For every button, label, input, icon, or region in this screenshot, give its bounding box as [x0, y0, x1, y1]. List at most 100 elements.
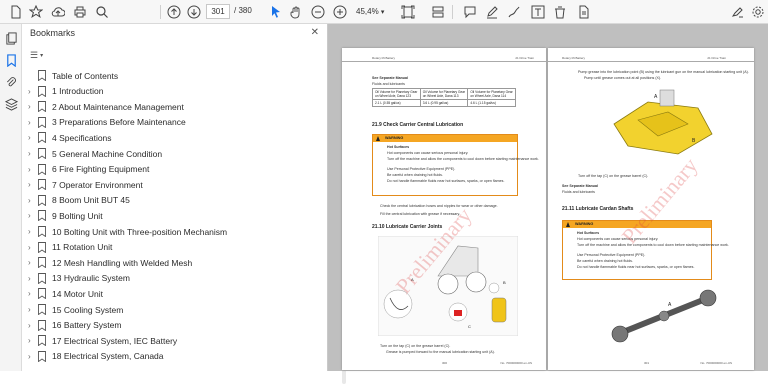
oil-volume-table: Oil Volume for Planetary Gear on Wheel A… — [372, 88, 516, 107]
bookmark-label: 15 Cooling System — [52, 304, 124, 315]
bookmark-icon — [38, 350, 46, 363]
bookmark-item[interactable]: › 1 Introduction — [22, 84, 322, 99]
next-page-icon[interactable] — [186, 4, 202, 20]
table-cell: 4.6 L (1.15 gal/us) — [467, 99, 516, 107]
comment-icon[interactable] — [462, 4, 478, 20]
bookmark-label: 10 Bolting Unit with Three-position Mech… — [52, 226, 228, 237]
bookmark-label: 6 Fire Fighting Equipment — [52, 164, 150, 175]
chevron-right-icon[interactable]: › — [28, 196, 31, 205]
zoom-in-icon[interactable] — [332, 4, 348, 20]
text-tool-icon[interactable] — [530, 4, 546, 20]
chevron-right-icon[interactable]: › — [28, 243, 31, 252]
attachments-icon[interactable] — [3, 74, 19, 90]
chevron-down-icon: ▾ — [40, 52, 44, 59]
bookmark-item[interactable]: › 6 Fire Fighting Equipment — [22, 162, 322, 177]
bookmarks-panel-icon[interactable] — [3, 52, 19, 68]
chevron-right-icon[interactable]: › — [28, 149, 31, 158]
bookmark-icon — [38, 241, 46, 253]
warning-title: WARNING — [575, 222, 594, 226]
zoom-out-icon[interactable] — [310, 4, 326, 20]
page-thumbnails-icon[interactable] — [3, 30, 19, 46]
draw-icon[interactable] — [506, 4, 522, 20]
chevron-right-icon[interactable]: › — [28, 227, 31, 236]
select-cursor-icon[interactable] — [268, 4, 284, 20]
bookmark-item[interactable]: › 8 Boom Unit BUT 45 — [22, 193, 322, 208]
toolbar-divider — [160, 5, 161, 19]
bookmark-icon — [38, 272, 46, 285]
chevron-right-icon[interactable]: › — [28, 305, 31, 314]
bookmark-item[interactable]: › 10 Bolting Unit with Three-position Mec… — [22, 224, 322, 239]
chevron-right-icon[interactable]: › — [28, 211, 31, 220]
bookmark-icon — [38, 132, 46, 144]
bookmark-label: 5 General Machine Condition — [52, 148, 163, 159]
bookmark-item[interactable]: › 15 Cooling System — [22, 302, 322, 317]
bookmark-icon — [38, 148, 46, 160]
chevron-right-icon[interactable]: › — [28, 321, 31, 330]
bookmark-icon — [38, 257, 46, 269]
svg-text:A: A — [654, 94, 658, 100]
bookmark-label: 17 Electrical System, IEC Battery — [52, 335, 178, 346]
chevron-right-icon[interactable]: › — [28, 274, 31, 283]
bookmark-item[interactable]: › 5 General Machine Condition — [22, 146, 322, 161]
chevron-right-icon[interactable]: › — [28, 118, 31, 127]
bookmark-item[interactable]: › 9 Bolting Unit — [22, 208, 322, 223]
bookmark-item[interactable]: › 16 Battery System — [22, 318, 322, 333]
bookmark-item[interactable]: › 7 Operator Environment — [22, 177, 322, 192]
table-header-cell: Oil Volume for Planetary Gear on Wheel A… — [419, 88, 469, 100]
zoom-level-select[interactable]: 45,4% ▾ — [352, 4, 388, 19]
fluids-label: Fluids and lubricants — [372, 82, 405, 86]
chevron-right-icon[interactable]: › — [28, 336, 31, 345]
page-number: 301 — [644, 361, 650, 365]
bookmark-label: 7 Operator Environment — [52, 179, 143, 190]
hand-tool-icon[interactable] — [288, 4, 304, 20]
bookmark-icon — [38, 304, 46, 316]
bookmark-label: 13 Hydraulic System — [52, 273, 130, 284]
chevron-right-icon[interactable]: › — [28, 352, 31, 361]
highlight-pen-icon[interactable] — [484, 4, 500, 20]
delete-icon[interactable] — [552, 4, 568, 20]
bookmark-item[interactable]: › 4 Specifications — [22, 130, 322, 145]
bookmark-item[interactable]: › 3 Preparations Before Maintenance — [22, 115, 322, 130]
layers-icon[interactable] — [3, 96, 19, 112]
bookmark-icon — [38, 85, 46, 97]
bookmark-star-icon[interactable] — [28, 4, 44, 20]
chevron-right-icon[interactable]: › — [28, 133, 31, 142]
sign-icon[interactable] — [730, 4, 746, 20]
warning-line: Hot Surfaces — [577, 231, 600, 235]
document-properties-icon[interactable] — [576, 4, 592, 20]
bookmark-item[interactable]: › 2 About Maintenance Management — [22, 99, 322, 114]
file-icon[interactable] — [8, 4, 24, 20]
chevron-right-icon[interactable]: › — [28, 102, 31, 111]
chevron-right-icon[interactable]: › — [28, 87, 31, 96]
close-icon[interactable]: ✕ — [311, 27, 319, 38]
chevron-right-icon[interactable]: › — [28, 165, 31, 174]
document-viewer[interactable]: Rotary lift Battery 21 Drive Train See S… — [328, 24, 768, 371]
bookmark-item[interactable]: Table of Contents — [22, 68, 322, 83]
search-icon[interactable] — [94, 4, 110, 20]
bookmark-options-button[interactable]: ☰ ▾ — [30, 48, 50, 62]
chevron-right-icon[interactable]: › — [28, 258, 31, 267]
bookmark-item[interactable]: › 12 Mesh Handling with Welded Mesh — [22, 255, 322, 270]
bookmark-label: 14 Motor Unit — [52, 288, 104, 299]
bookmark-item[interactable]: › 14 Motor Unit — [22, 286, 322, 301]
bookmark-label: 9 Bolting Unit — [52, 210, 103, 221]
chevron-right-icon[interactable]: › — [28, 289, 31, 298]
bookmark-item[interactable]: › 17 Electrical System, IEC Battery — [22, 333, 322, 348]
bookmark-item[interactable]: › 18 Electrical System, Canada — [22, 349, 322, 364]
page-number-input[interactable]: 301 — [206, 4, 230, 19]
scroll-mode-icon[interactable] — [430, 4, 446, 20]
bookmark-item[interactable]: › 11 Rotation Unit — [22, 240, 322, 255]
settings-icon[interactable] — [750, 4, 766, 20]
header-right-text: 21 Drive Train — [707, 56, 726, 60]
bookmark-item[interactable]: › 13 Hydraulic System — [22, 271, 322, 286]
fit-page-icon[interactable] — [400, 4, 416, 20]
warning-box: WARNING Hot Surfaces Hot components can … — [372, 134, 539, 196]
bookmark-icon — [38, 163, 46, 175]
warning-triangle-icon — [376, 136, 380, 141]
cloud-upload-icon[interactable] — [50, 4, 66, 20]
section-heading: 21.11 Lubricate Cardan Shafts — [562, 206, 634, 212]
warning-triangle-icon — [566, 222, 570, 227]
chevron-right-icon[interactable]: › — [28, 180, 31, 189]
previous-page-icon[interactable] — [166, 4, 182, 20]
print-icon[interactable] — [72, 4, 88, 20]
